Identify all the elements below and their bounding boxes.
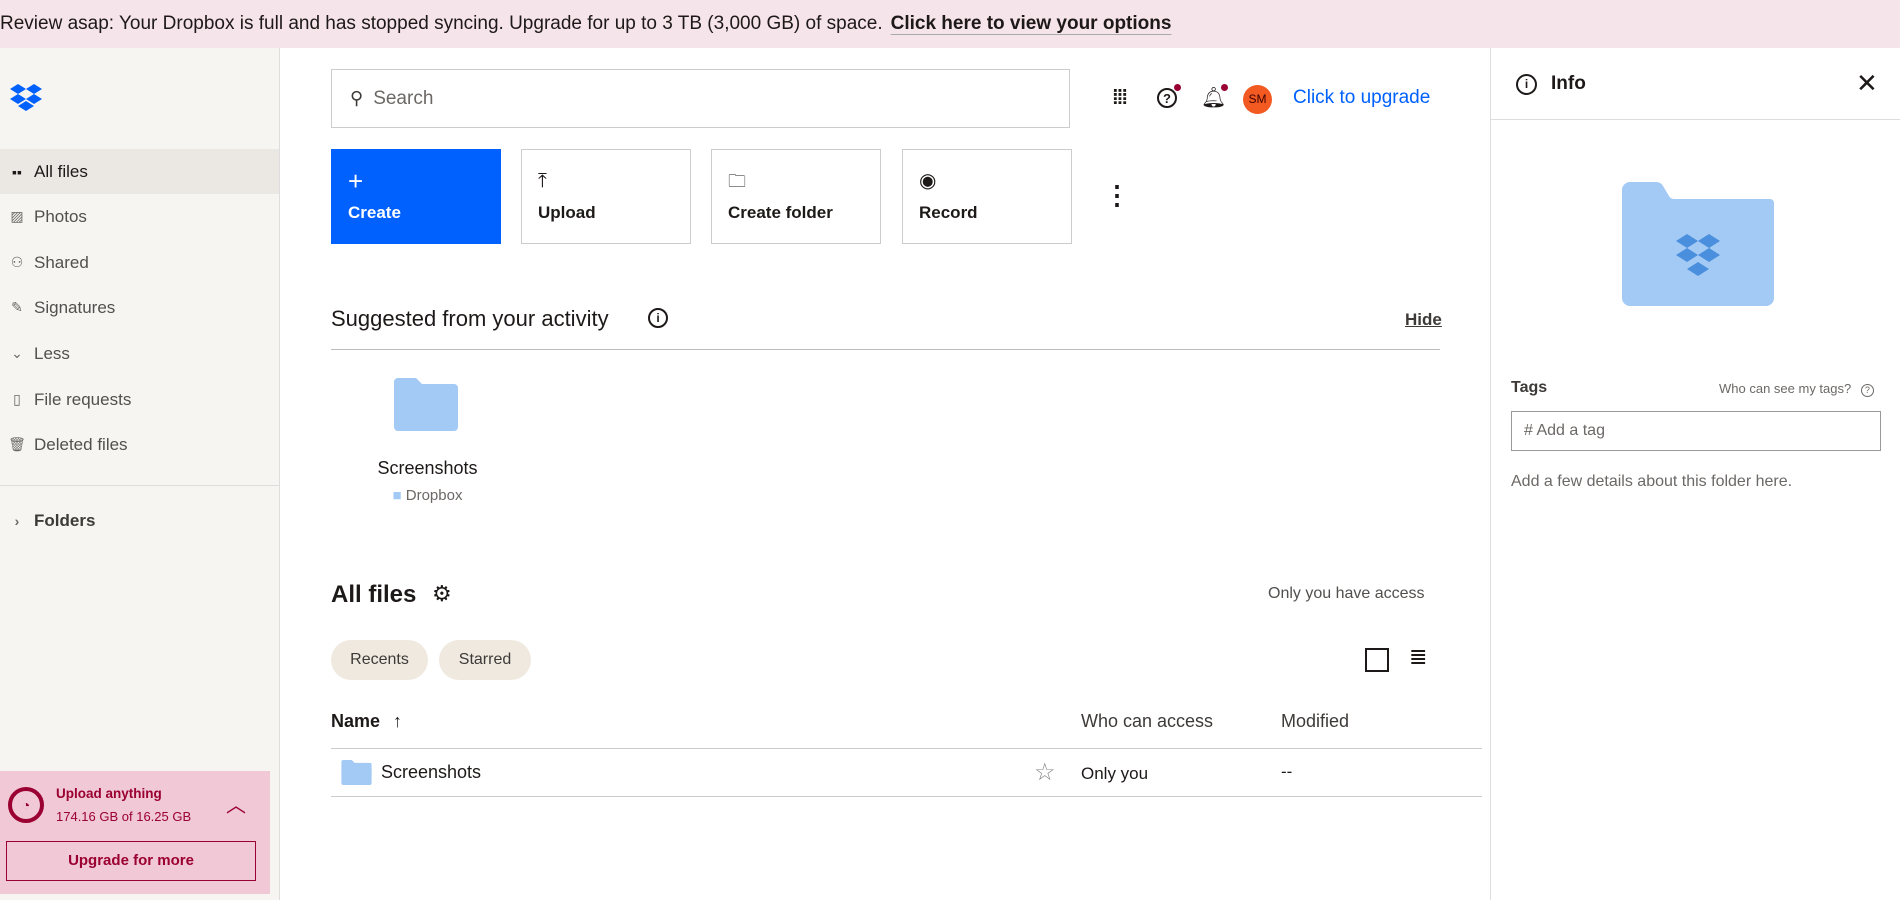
sidebar-item-label: Less (34, 343, 70, 363)
close-icon[interactable]: ✕ (1856, 68, 1878, 99)
signatures-icon: ✎ (11, 299, 23, 315)
upload-icon: ⤒ (538, 169, 547, 192)
recents-chip[interactable]: Recents (331, 640, 428, 680)
file-access: Only you (1081, 764, 1149, 783)
sidebar-item-all-files[interactable]: ▪▪ All files (0, 149, 279, 194)
modified-column-header[interactable]: Modified (1281, 711, 1349, 732)
storage-pie-icon: ◔ (8, 787, 44, 823)
storage-usage: 174.16 GB of 16.25 GB (56, 809, 192, 824)
sidebar-item-deleted-files[interactable]: 🗑 Deleted files (0, 422, 279, 467)
upload-storage-card: ◔ Upload anything 174.16 GB of 16.25 GB … (0, 771, 270, 894)
tags-label: Tags (1511, 379, 1548, 396)
help-icon[interactable]: ? (1157, 88, 1177, 108)
create-folder-label: Create folder (728, 202, 833, 222)
settings-gear-icon[interactable]: ⚙ (432, 581, 452, 607)
access-column-header: Who can access (1081, 711, 1214, 731)
avatar[interactable]: SM (1243, 85, 1272, 114)
view-options-link[interactable]: Click here to view your options (891, 13, 1172, 34)
folder-icon (394, 378, 458, 431)
sidebar-item-label: Shared (34, 252, 89, 272)
help-notification-dot (1174, 84, 1181, 91)
search-placeholder: Search (373, 87, 434, 109)
sidebar-item-shared[interactable]: ⚇ Shared (0, 240, 279, 285)
name-header-label: Name (331, 711, 381, 731)
info-panel: i Info ✕ Tags Who can see my tags? ? # A… (1490, 48, 1900, 900)
starred-chip[interactable]: Starred (439, 640, 531, 680)
add-tag-input[interactable]: # Add a tag (1511, 411, 1881, 451)
shared-icon: ⚇ (10, 254, 24, 270)
bell-notification-dot (1221, 84, 1228, 91)
record-icon: ◉ (919, 169, 937, 192)
banner-message: Review asap: Your Dropbox is full and ha… (0, 13, 883, 34)
sidebar-item-label: File requests (34, 389, 132, 409)
name-column-header[interactable]: Name ↑ (331, 711, 402, 732)
tags-help-label: Who can see my tags? (1719, 381, 1852, 396)
search-icon: ⚲ (350, 88, 364, 108)
sidebar-item-file-requests[interactable]: ▯ File requests (0, 377, 279, 422)
upload-label: Upload (538, 202, 596, 222)
more-options-icon[interactable]: ⋮ (1104, 180, 1130, 210)
sidebar-divider (0, 485, 279, 486)
upload-button[interactable]: ⤒ Upload (521, 149, 691, 244)
create-button[interactable]: + Create (331, 149, 501, 244)
suggested-divider (331, 349, 1440, 350)
folder-details-placeholder[interactable]: Add a few details about this folder here… (1511, 473, 1792, 491)
sort-ascending-icon: ↑ (393, 711, 403, 731)
trash-icon: 🗑 (8, 436, 26, 452)
create-folder-button[interactable]: 🗀 Create folder (711, 149, 881, 244)
info-icon: i (1516, 74, 1537, 95)
dropbox-folder-icon (1622, 182, 1774, 306)
upgrade-for-more-button[interactable]: Upgrade for more (6, 841, 256, 881)
suggested-folder-location: ■ Dropbox (360, 487, 495, 504)
sidebar-item-signatures[interactable]: ✎ Signatures (0, 285, 279, 330)
file-request-icon: ▯ (13, 391, 21, 407)
record-button[interactable]: ◉ Record (902, 149, 1072, 244)
help-icon: ? (1860, 384, 1874, 397)
folder-icon (341, 760, 372, 785)
table-row[interactable]: Screenshots ☆ Only you -- (331, 749, 1482, 797)
small-folder-icon: ■ (392, 487, 402, 504)
chevron-right-icon: › (14, 512, 20, 529)
info-icon[interactable]: i (648, 308, 668, 328)
star-icon[interactable]: ☆ (1034, 758, 1056, 787)
who-can-see-tags-link[interactable]: Who can see my tags? ? (1719, 381, 1874, 397)
grid-view-icon[interactable] (1365, 648, 1389, 672)
photos-icon: ▨ (10, 208, 24, 224)
file-name[interactable]: Screenshots (381, 762, 481, 783)
sidebar-folders-toggle[interactable]: › Folders (0, 498, 279, 543)
all-files-icon: ▪▪ (12, 163, 22, 180)
plus-icon: + (348, 165, 364, 196)
app-grid-icon[interactable]: ⁞⁞⁞ (1112, 87, 1128, 110)
panel-header-divider (1491, 119, 1900, 120)
chevron-up-icon[interactable]: ︿ (226, 789, 246, 818)
file-modified: -- (1281, 762, 1293, 781)
location-label: Dropbox (405, 487, 463, 504)
storage-full-banner: Review asap: Your Dropbox is full and ha… (0, 0, 1900, 48)
folder-plus-icon: 🗀 (728, 170, 746, 191)
dropbox-logo-icon[interactable] (10, 84, 42, 112)
suggested-folder-card[interactable]: Screenshots ■ Dropbox (360, 370, 495, 510)
hide-suggested-button[interactable]: Hide (1405, 310, 1442, 330)
sidebar-item-label: Photos (34, 206, 87, 226)
sidebar-item-label: Deleted files (34, 434, 128, 454)
sidebar-item-label: All files (34, 161, 88, 181)
all-files-heading: All files (331, 581, 417, 608)
record-label: Record (919, 202, 978, 222)
chevron-down-icon: ⌄ (11, 345, 23, 361)
sidebar-item-photos[interactable]: ▨ Photos (0, 194, 279, 239)
sidebar-item-label: Signatures (34, 297, 116, 317)
suggested-heading: Suggested from your activity (331, 306, 609, 331)
sidebar-item-less[interactable]: ⌄ Less (0, 331, 279, 376)
list-view-icon[interactable]: ≣ (1409, 645, 1427, 669)
upload-title: Upload anything (56, 786, 162, 801)
search-input[interactable]: ⚲ Search (331, 69, 1070, 128)
access-summary: Only you have access (1268, 585, 1425, 602)
suggested-folder-name: Screenshots (377, 458, 478, 478)
create-label: Create (348, 202, 401, 222)
panel-title: Info (1551, 73, 1586, 94)
click-to-upgrade-link[interactable]: Click to upgrade (1293, 87, 1430, 109)
folders-label: Folders (34, 510, 96, 530)
